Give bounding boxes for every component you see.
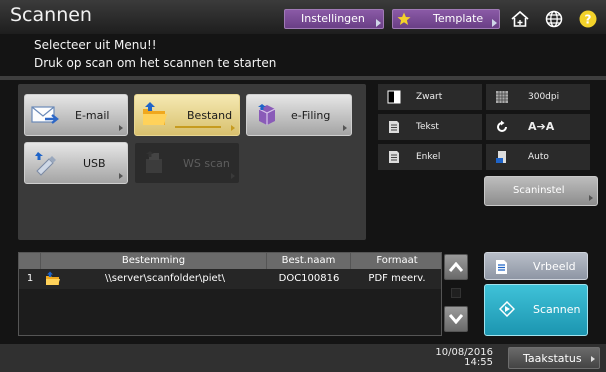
- folder-icon: [46, 271, 60, 285]
- ws-scan-button-label: WS scan: [183, 157, 230, 170]
- resolution-setting[interactable]: 300dpi: [486, 84, 590, 110]
- sides-setting[interactable]: Enkel: [378, 144, 482, 170]
- chevron-right-icon: [492, 19, 497, 27]
- scroll-position-indicator: [451, 288, 461, 298]
- help-button[interactable]: ?: [576, 9, 600, 29]
- color-mode-label: Zwart: [416, 92, 443, 102]
- destination-table: Bestemming Best.naam Formaat 1 \\server\…: [18, 252, 442, 336]
- email-icon: [31, 106, 59, 124]
- page-title: Scannen: [10, 4, 92, 26]
- star-icon: [397, 12, 411, 25]
- message-line-1: Selecteer uit Menu!!: [34, 38, 157, 52]
- index-column-header: [19, 253, 41, 269]
- scan-button-label: Scannen: [533, 303, 581, 316]
- usb-button-label: USB: [83, 157, 106, 170]
- file-button-label: Bestand: [187, 109, 233, 122]
- black-white-icon: [387, 90, 401, 104]
- format-column-header: Formaat: [376, 255, 418, 266]
- preview-button[interactable]: Vrbeeld: [484, 252, 588, 280]
- title-bar: Scannen Instellingen Template ?: [0, 0, 606, 34]
- row-filename: DOC100816: [278, 273, 340, 284]
- destination-panel: E-mail Bestand e-Filing USB WS scan: [18, 84, 366, 240]
- divider: [0, 76, 606, 80]
- rotation-setting[interactable]: A➔A: [486, 114, 590, 140]
- settings-button[interactable]: Instellingen: [284, 9, 384, 29]
- chevron-right-icon: [376, 19, 381, 27]
- original-mode-label: Tekst: [416, 122, 439, 132]
- scan-settings-button[interactable]: Scaninstel: [484, 176, 598, 206]
- email-button[interactable]: E-mail: [24, 94, 128, 136]
- paper-size-icon: [496, 151, 506, 163]
- text-document-icon: [389, 121, 399, 133]
- table-row[interactable]: 1 \\server\scanfolder\piet\ DOC100816 PD…: [19, 269, 441, 289]
- help-icon: ?: [579, 10, 597, 28]
- chevron-right-icon: [231, 125, 235, 131]
- settings-button-label: Instellingen: [301, 12, 365, 25]
- template-button-label: Template: [433, 12, 484, 25]
- chevron-right-icon: [119, 173, 123, 179]
- sides-label: Enkel: [416, 152, 441, 162]
- ws-scan-icon: [146, 151, 162, 173]
- job-status-button[interactable]: Taakstatus: [508, 347, 600, 369]
- rotate-icon: [497, 120, 507, 132]
- folder-icon: [143, 102, 167, 125]
- row-format: PDF meerv.: [368, 273, 426, 284]
- home-icon: [511, 10, 529, 27]
- filename-column-header: Best.naam: [267, 253, 351, 269]
- chevron-right-icon: [231, 173, 235, 179]
- ws-scan-button: WS scan: [134, 142, 240, 184]
- template-button[interactable]: Template: [392, 9, 500, 29]
- time-text: 14:55: [464, 357, 493, 368]
- start-diamond-icon: [499, 301, 515, 317]
- efiling-button-label: e-Filing: [291, 109, 331, 122]
- selected-indicator: [175, 126, 221, 128]
- size-setting[interactable]: Auto: [486, 144, 590, 170]
- home-button[interactable]: [508, 9, 532, 29]
- single-sided-icon: [389, 151, 399, 163]
- message-line-2: Druk op scan om het scannen te starten: [34, 56, 277, 70]
- rotation-label: A➔A: [528, 120, 555, 133]
- chevron-right-icon: [343, 125, 347, 131]
- efiling-box-icon: [258, 104, 276, 125]
- destination-column-header: Bestemming: [41, 253, 267, 269]
- size-label: Auto: [528, 152, 549, 162]
- date-time: 10/08/2016 14:55: [435, 348, 493, 368]
- email-button-label: E-mail: [75, 109, 110, 122]
- color-mode-setting[interactable]: Zwart: [378, 84, 482, 110]
- chevron-up-icon: [449, 262, 463, 272]
- efiling-button[interactable]: e-Filing: [246, 94, 352, 136]
- row-destination: \\server\scanfolder\piet\: [105, 273, 225, 284]
- file-button[interactable]: Bestand: [134, 94, 240, 136]
- resolution-label: 300dpi: [528, 92, 560, 102]
- scan-button[interactable]: Scannen: [484, 284, 588, 336]
- table-header: Bestemming Best.naam Formaat: [19, 253, 441, 269]
- globe-icon: [545, 10, 563, 28]
- chevron-right-icon: [119, 125, 123, 131]
- chevron-down-icon: [449, 314, 463, 324]
- language-button[interactable]: [542, 9, 566, 29]
- scan-settings-label: Scaninstel: [513, 185, 565, 196]
- usb-icon: [35, 152, 56, 176]
- scroll-up-button[interactable]: [444, 254, 468, 280]
- resolution-grid-icon: [496, 91, 508, 103]
- chevron-right-icon: [589, 195, 593, 201]
- row-index: 1: [26, 273, 34, 284]
- chevron-right-icon: [591, 356, 595, 362]
- usb-button[interactable]: USB: [24, 142, 128, 184]
- scroll-down-button[interactable]: [444, 306, 468, 332]
- original-mode-setting[interactable]: Tekst: [378, 114, 482, 140]
- job-status-label: Taakstatus: [523, 352, 582, 365]
- preview-button-label: Vrbeeld: [533, 260, 576, 273]
- svg-text:?: ?: [585, 13, 592, 27]
- preview-document-icon: [496, 260, 507, 274]
